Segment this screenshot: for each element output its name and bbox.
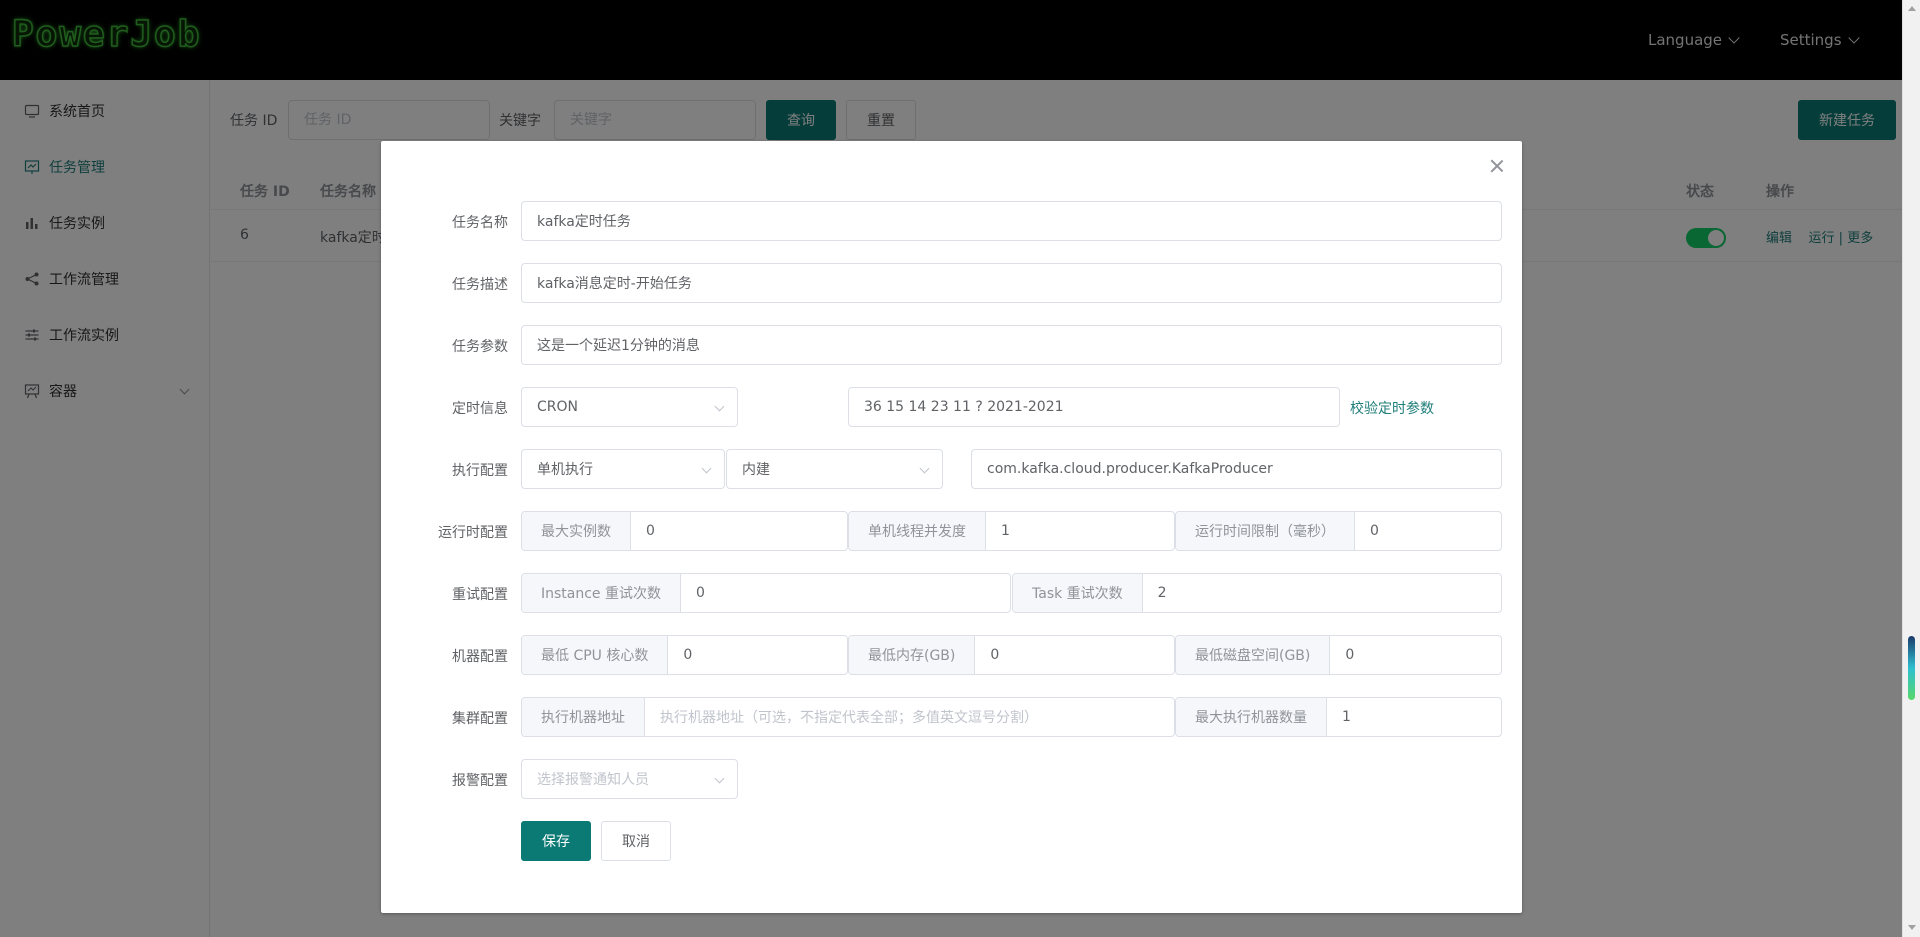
time-expression-type-select[interactable]: CRON xyxy=(521,387,738,427)
min-cpu-label: 最低 CPU 核心数 xyxy=(522,636,669,674)
min-memory-input[interactable]: 0 xyxy=(975,636,1174,674)
alarm-user-select[interactable]: 选择报警通知人员 xyxy=(521,759,738,799)
max-worker-label: 最大执行机器数量 xyxy=(1176,698,1327,736)
form-label-cluster: 集群配置 xyxy=(452,711,508,727)
job-edit-dialog: 任务名称 kafka定时任务 任务描述 kafka消息定时-开始任务 任务参数 … xyxy=(381,141,1522,913)
form-row-runtime: 运行时配置 最大实例数 0 单机线程并发度 1 运行时间限制（毫秒） 0 xyxy=(381,511,1522,551)
close-icon[interactable] xyxy=(1490,159,1504,173)
time-limit-group: 运行时间限制（毫秒） 0 xyxy=(1175,511,1502,551)
execute-type-select[interactable]: 单机执行 xyxy=(521,449,725,489)
processor-info-input[interactable]: com.kafka.cloud.producer.KafkaProducer xyxy=(971,449,1502,489)
min-memory-label: 最低内存(GB) xyxy=(849,636,976,674)
concurrency-group: 单机线程并发度 1 xyxy=(848,511,1175,551)
max-worker-group: 最大执行机器数量 1 xyxy=(1175,697,1502,737)
select-value: 内建 xyxy=(742,462,770,478)
chevron-down-icon xyxy=(714,401,725,412)
task-retry-group: Task 重试次数 2 xyxy=(1012,573,1502,613)
designated-workers-group: 执行机器地址 执行机器地址（可选，不指定代表全部；多值英文逗号分割） xyxy=(521,697,1175,737)
select-value: 单机执行 xyxy=(537,462,593,478)
task-retry-input[interactable]: 2 xyxy=(1143,574,1501,612)
concurrency-input[interactable]: 1 xyxy=(986,512,1174,550)
time-limit-label: 运行时间限制（毫秒） xyxy=(1176,512,1355,550)
form-row-cluster: 集群配置 执行机器地址 执行机器地址（可选，不指定代表全部；多值英文逗号分割） … xyxy=(381,697,1522,737)
instance-retry-input[interactable]: 0 xyxy=(681,574,1010,612)
chevron-down-icon xyxy=(714,773,725,784)
chevron-down-icon xyxy=(701,463,712,474)
max-instance-input[interactable]: 0 xyxy=(631,512,847,550)
time-expression-input[interactable]: 36 15 14 23 11 ? 2021-2021 xyxy=(848,387,1340,427)
form-row-desc: 任务描述 kafka消息定时-开始任务 xyxy=(381,263,1522,303)
scroll-up-icon[interactable] xyxy=(1908,6,1916,11)
job-params-input[interactable]: 这是一个延迟1分钟的消息 xyxy=(521,325,1502,365)
form-label-machine: 机器配置 xyxy=(452,649,508,665)
designated-workers-input[interactable]: 执行机器地址（可选，不指定代表全部；多值英文逗号分割） xyxy=(645,698,1174,736)
chevron-down-icon xyxy=(919,463,930,474)
form-row-machine: 机器配置 最低 CPU 核心数 0 最低内存(GB) 0 最低磁盘空间(GB) … xyxy=(381,635,1522,675)
form-row-params: 任务参数 这是一个延迟1分钟的消息 xyxy=(381,325,1522,365)
form-label-name: 任务名称 xyxy=(452,215,508,231)
min-memory-group: 最低内存(GB) 0 xyxy=(848,635,1175,675)
min-cpu-group: 最低 CPU 核心数 0 xyxy=(521,635,848,675)
form-row-retry: 重试配置 Instance 重试次数 0 Task 重试次数 2 xyxy=(381,573,1522,613)
form-label-exec: 执行配置 xyxy=(452,463,508,479)
form-label-runtime: 运行时配置 xyxy=(438,525,508,541)
form-label-alarm: 报警配置 xyxy=(452,773,508,789)
select-placeholder: 选择报警通知人员 xyxy=(537,772,649,788)
form-label-desc: 任务描述 xyxy=(452,277,508,293)
cancel-button[interactable]: 取消 xyxy=(601,821,671,861)
min-disk-input[interactable]: 0 xyxy=(1330,636,1501,674)
form-label-timing: 定时信息 xyxy=(452,401,508,417)
instance-retry-label: Instance 重试次数 xyxy=(522,574,681,612)
processor-type-select[interactable]: 内建 xyxy=(726,449,943,489)
form-row-alarm: 报警配置 选择报警通知人员 xyxy=(381,759,1522,799)
job-description-input[interactable]: kafka消息定时-开始任务 xyxy=(521,263,1502,303)
form-row-exec: 执行配置 单机执行 内建 com.kafka.cloud.producer.Ka… xyxy=(381,449,1522,489)
min-disk-label: 最低磁盘空间(GB) xyxy=(1176,636,1331,674)
validate-expression-link[interactable]: 校验定时参数 xyxy=(1350,398,1434,418)
task-retry-label: Task 重试次数 xyxy=(1013,574,1143,612)
page-scrollbar[interactable] xyxy=(1902,0,1920,937)
form-row-name: 任务名称 kafka定时任务 xyxy=(381,201,1522,241)
min-cpu-input[interactable]: 0 xyxy=(668,636,847,674)
min-disk-group: 最低磁盘空间(GB) 0 xyxy=(1175,635,1502,675)
job-name-input[interactable]: kafka定时任务 xyxy=(521,201,1502,241)
form-label-params: 任务参数 xyxy=(452,339,508,355)
max-instance-label: 最大实例数 xyxy=(522,512,631,550)
max-instance-group: 最大实例数 0 xyxy=(521,511,848,551)
save-button[interactable]: 保存 xyxy=(521,821,591,861)
form-label-retry: 重试配置 xyxy=(452,587,508,603)
scroll-thumb[interactable] xyxy=(1908,636,1915,700)
form-row-timing: 定时信息 CRON 36 15 14 23 11 ? 2021-2021 校验定… xyxy=(381,387,1522,427)
scroll-down-icon[interactable] xyxy=(1908,925,1916,930)
max-worker-input[interactable]: 1 xyxy=(1327,698,1501,736)
designated-workers-label: 执行机器地址 xyxy=(522,698,645,736)
select-value: CRON xyxy=(537,399,578,415)
time-limit-input[interactable]: 0 xyxy=(1355,512,1501,550)
instance-retry-group: Instance 重试次数 0 xyxy=(521,573,1011,613)
concurrency-label: 单机线程并发度 xyxy=(849,512,986,550)
